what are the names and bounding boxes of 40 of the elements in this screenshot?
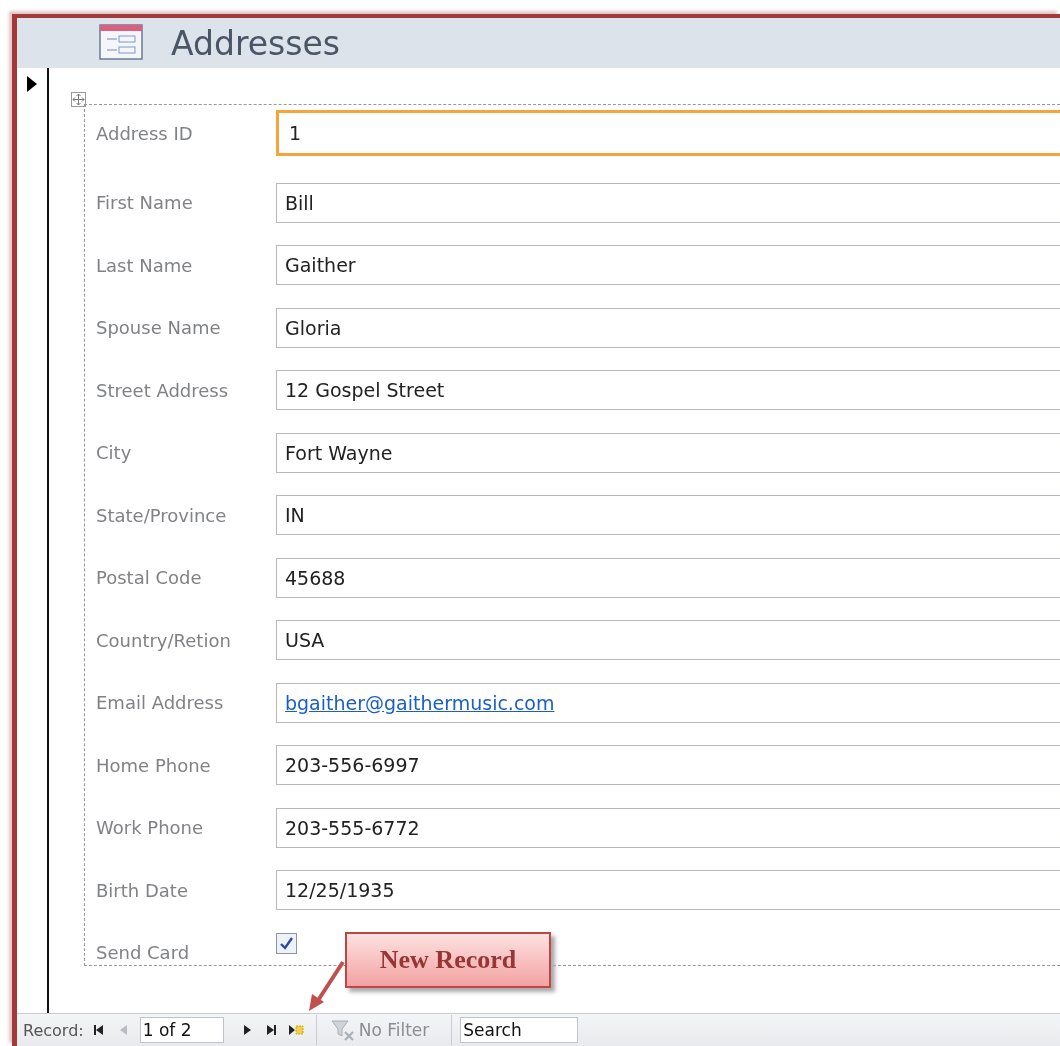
field-label: State/Province xyxy=(95,504,228,526)
field-label: Email Address xyxy=(95,692,225,714)
text-field[interactable]: 1 xyxy=(276,110,1060,156)
text-field[interactable]: 12/25/1935 xyxy=(276,870,1060,911)
field-label: Country/Retion xyxy=(95,629,232,651)
field-label: Spouse Name xyxy=(95,317,222,339)
text-field[interactable]: 203-556-6997 xyxy=(276,745,1060,786)
callout-arrow xyxy=(307,960,347,1012)
text-field[interactable]: Bill xyxy=(276,182,1060,223)
form-title: Addresses xyxy=(171,23,340,63)
email-field[interactable]: bgaither@gaithermusic.com xyxy=(276,682,1060,723)
text-field[interactable]: 12 Gospel Street xyxy=(276,370,1060,411)
record-label: Record: xyxy=(23,1020,84,1040)
new-record-icon xyxy=(287,1022,304,1038)
filter-icon xyxy=(330,1019,357,1041)
field-label: Address ID xyxy=(95,122,194,144)
field-label: Last Name xyxy=(95,254,194,276)
text-field[interactable]: 45688 xyxy=(276,557,1060,598)
field-label: First Name xyxy=(95,192,194,214)
field-label: City xyxy=(95,442,133,464)
current-record-icon xyxy=(27,76,37,92)
field-label: Work Phone xyxy=(95,817,205,839)
email-link[interactable]: bgaither@gaithermusic.com xyxy=(285,691,555,714)
checkbox[interactable] xyxy=(276,932,298,955)
field-label: Send Card xyxy=(95,942,191,964)
form-icon xyxy=(99,24,145,62)
record-number-field[interactable]: 1 of 2 xyxy=(139,1017,224,1043)
text-field[interactable]: 203-555-6772 xyxy=(276,807,1060,848)
field-label: Home Phone xyxy=(95,754,212,776)
field-label: Birth Date xyxy=(95,879,189,901)
search-field[interactable]: Search xyxy=(460,1017,579,1043)
field-label: Street Address xyxy=(95,379,230,401)
move-handle-icon[interactable] xyxy=(71,92,86,107)
text-field[interactable]: Gaither xyxy=(276,245,1060,286)
text-field[interactable]: IN xyxy=(276,495,1060,536)
field-label: Postal Code xyxy=(95,567,203,589)
text-field[interactable]: Fort Wayne xyxy=(276,432,1060,473)
text-field[interactable]: Gloria xyxy=(276,307,1060,348)
callout-box: New Record xyxy=(345,932,551,988)
text-field[interactable]: USA xyxy=(276,620,1060,661)
